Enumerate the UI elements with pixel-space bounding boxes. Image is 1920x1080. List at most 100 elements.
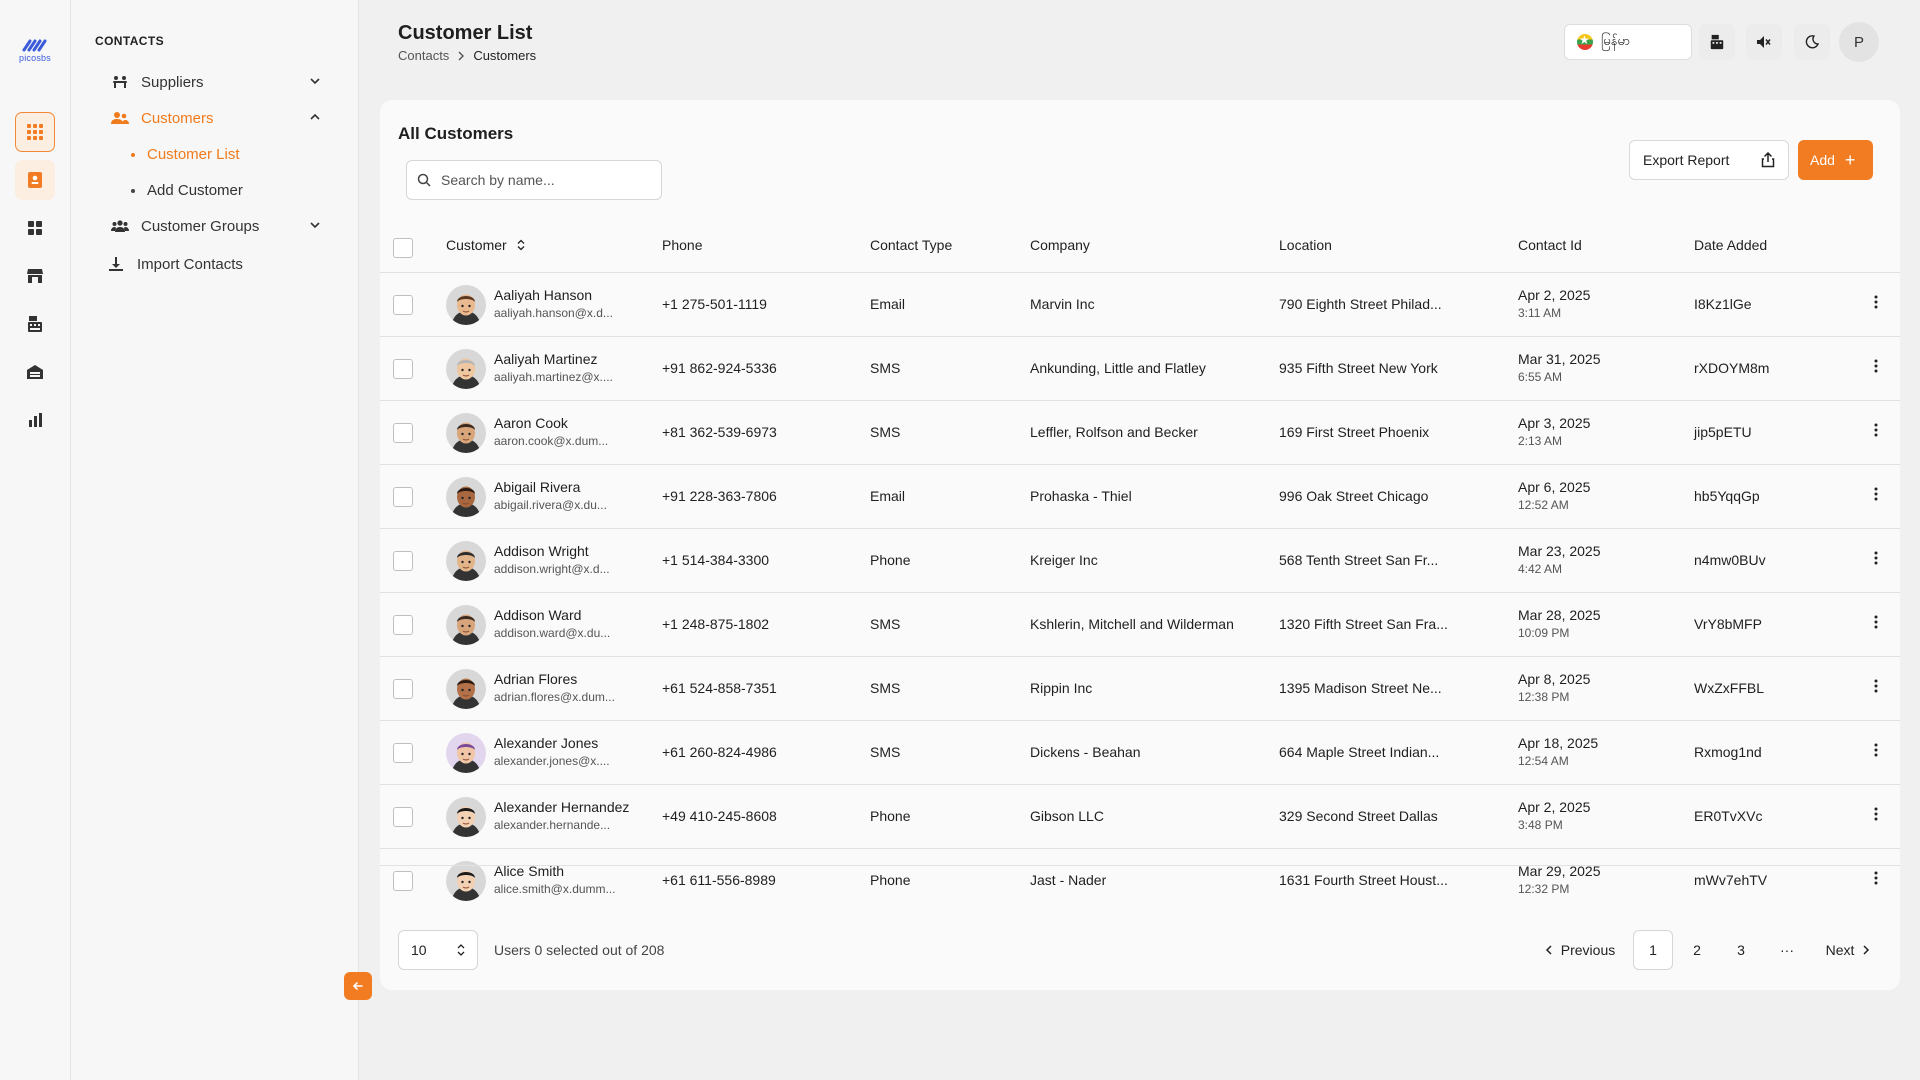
customer-name[interactable]: Adrian Flores [494, 671, 577, 687]
row-actions-kebab-icon[interactable] [1874, 614, 1878, 630]
row-checkbox[interactable] [393, 551, 413, 571]
breadcrumb-contacts[interactable]: Contacts [398, 48, 449, 63]
row-actions-kebab-icon[interactable] [1874, 742, 1878, 758]
user-avatar-button[interactable]: P [1839, 22, 1879, 62]
cell-date: Apr 2, 2025 [1518, 287, 1591, 303]
cell-date: Apr 3, 2025 [1518, 415, 1591, 431]
row-actions-kebab-icon[interactable] [1874, 806, 1878, 822]
table-row[interactable]: Alexander Hernandez alexander.hernande...… [380, 784, 1900, 848]
language-select[interactable]: မြန်မာ [1564, 24, 1692, 60]
rail-grid-button[interactable] [15, 112, 55, 152]
customer-name[interactable]: Abigail Rivera [494, 479, 580, 495]
mute-button[interactable] [1746, 24, 1782, 60]
cell-time: 10:09 PM [1518, 626, 1570, 640]
page-button-1[interactable]: 1 [1633, 930, 1673, 970]
row-actions-kebab-icon[interactable] [1874, 678, 1878, 694]
row-actions-kebab-icon[interactable] [1874, 294, 1878, 310]
sidebar-subitem-add-customer[interactable]: Add Customer [131, 182, 243, 199]
row-checkbox[interactable] [393, 871, 413, 891]
chevron-down-icon[interactable] [309, 219, 321, 231]
cell-phone: +61 260-824-4986 [662, 744, 777, 760]
calculator-button[interactable] [1699, 24, 1735, 60]
row-checkbox[interactable] [393, 487, 413, 507]
row-checkbox[interactable] [393, 743, 413, 763]
column-header-customer[interactable]: Customer [446, 237, 525, 253]
chevron-up-icon[interactable] [309, 111, 321, 123]
sort-icon[interactable] [517, 239, 525, 251]
add-customer-button[interactable]: Add + [1798, 140, 1873, 180]
export-label: Export Report [1643, 152, 1730, 168]
sidebar-item-customers[interactable]: Customers [111, 104, 321, 132]
previous-page-button[interactable]: Previous [1540, 930, 1620, 970]
column-header-phone: Phone [662, 237, 703, 253]
customer-email: aaron.cook@x.dum... [494, 434, 609, 448]
collapse-sidebar-button[interactable] [344, 972, 372, 1000]
rail-cash-register-button[interactable] [15, 304, 55, 344]
avatar-face-icon [452, 614, 480, 645]
search-box[interactable] [406, 160, 662, 200]
brand-logo[interactable]: picosbs [14, 38, 56, 63]
sidebar-item-customer-groups[interactable]: Customer Groups [111, 212, 321, 240]
rail-warehouse-button[interactable] [15, 352, 55, 392]
row-checkbox[interactable] [393, 807, 413, 827]
search-input[interactable] [441, 172, 641, 188]
row-checkbox[interactable] [393, 423, 413, 443]
row-actions-kebab-icon[interactable] [1874, 550, 1878, 566]
page-button-2[interactable]: 2 [1677, 930, 1717, 970]
rail-widgets-button[interactable] [15, 208, 55, 248]
table-bottom-divider [380, 865, 1900, 866]
row-checkbox[interactable] [393, 615, 413, 635]
customer-name[interactable]: Aaron Cook [494, 415, 568, 431]
cell-contact-type: SMS [870, 744, 901, 760]
select-all-checkbox[interactable] [393, 238, 413, 258]
cell-date: Mar 28, 2025 [1518, 607, 1601, 623]
sidebar-item-import-contacts[interactable]: Import Contacts [107, 250, 317, 278]
row-checkbox[interactable] [393, 679, 413, 699]
cell-contact-id: rXDOYM8m [1694, 360, 1770, 376]
row-actions-kebab-icon[interactable] [1874, 358, 1878, 374]
cell-phone: +61 524-858-7351 [662, 680, 777, 696]
table-row[interactable]: Alexander Jones alexander.jones@x.... +61 … [380, 720, 1900, 784]
rail-contacts-button[interactable] [15, 160, 55, 200]
page-button-3[interactable]: 3 [1721, 930, 1761, 970]
page-size-select[interactable]: 10 [398, 930, 478, 970]
rail-reports-button[interactable] [15, 400, 55, 440]
customer-email: aaliyah.martinez@x.... [494, 370, 613, 384]
cell-contact-id: mWv7ehTV [1694, 872, 1768, 888]
table-row[interactable]: Aaron Cook aaron.cook@x.dum... +81 362-539… [380, 400, 1900, 464]
export-report-button[interactable]: Export Report [1629, 140, 1789, 180]
cell-company: Rippin Inc [1030, 680, 1093, 696]
table-row[interactable]: Abigail Rivera abigail.rivera@x.du... +91 … [380, 464, 1900, 528]
download-icon [107, 255, 125, 273]
table-row[interactable]: Adrian Flores adrian.flores@x.dum... +61 5… [380, 656, 1900, 720]
row-actions-kebab-icon[interactable] [1874, 486, 1878, 502]
table-row[interactable]: Addison Wright addison.wright@x.d... +1 51… [380, 528, 1900, 592]
table-row[interactable]: Aaliyah Martinez aaliyah.martinez@x.... +9… [380, 336, 1900, 400]
row-actions-kebab-icon[interactable] [1874, 870, 1878, 886]
customer-name[interactable]: Alexander Hernandez [494, 799, 629, 815]
customer-name[interactable]: Aaliyah Martinez [494, 351, 598, 367]
customer-name[interactable]: Addison Wright [494, 543, 589, 559]
customer-name[interactable]: Alexander Jones [494, 735, 598, 751]
row-actions-kebab-icon[interactable] [1874, 422, 1878, 438]
chevron-down-icon[interactable] [309, 75, 321, 87]
rail-store-button[interactable] [15, 256, 55, 296]
sidebar-subitem-customer-list[interactable]: Customer List [131, 146, 240, 163]
cell-location: 935 Fifth Street New York [1279, 360, 1438, 376]
selection-info: Users 0 selected out of 208 [494, 942, 665, 958]
cell-time: 12:54 AM [1518, 754, 1569, 768]
customer-name[interactable]: Addison Ward [494, 607, 581, 623]
next-page-button[interactable]: Next [1816, 930, 1880, 970]
sidebar-item-suppliers[interactable]: Suppliers [111, 68, 321, 96]
bullet-dot [131, 188, 135, 193]
row-checkbox[interactable] [393, 359, 413, 379]
customer-name[interactable]: Aaliyah Hanson [494, 287, 592, 303]
table-row[interactable]: Aaliyah Hanson aaliyah.hanson@x.d... +1 27… [380, 272, 1900, 336]
row-checkbox[interactable] [393, 295, 413, 315]
avatar [446, 541, 486, 581]
dark-mode-button[interactable] [1794, 24, 1830, 60]
cell-company: Ankunding, Little and Flatley [1030, 360, 1206, 376]
table-row[interactable]: Alice Smith alice.smith@x.dumm... +61 611-… [380, 848, 1900, 912]
table-row[interactable]: Addison Ward addison.ward@x.du... +1 248-8… [380, 592, 1900, 656]
cell-time: 12:52 AM [1518, 498, 1569, 512]
